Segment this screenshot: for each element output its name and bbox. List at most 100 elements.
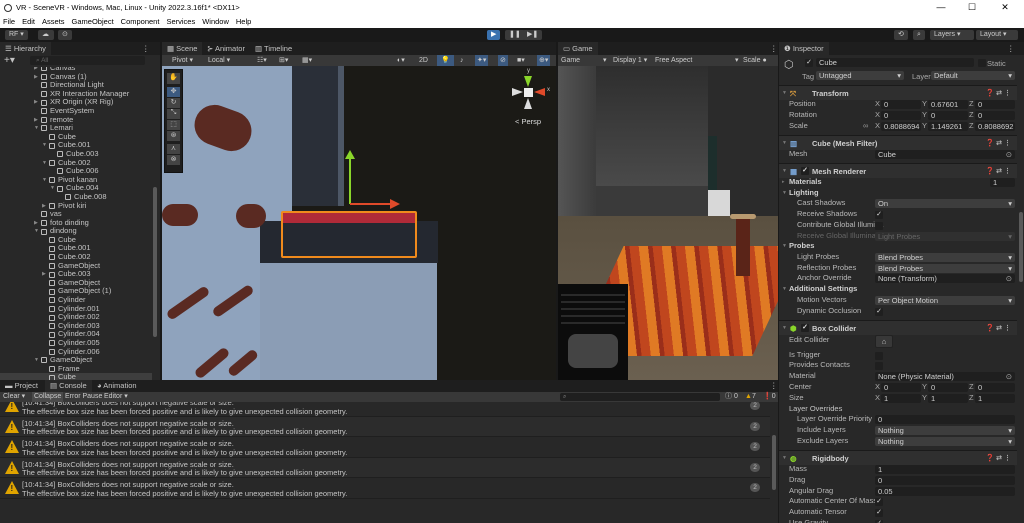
- console-log-entry[interactable]: [10:41:34] BoxColliders does not support…: [0, 416, 770, 437]
- hierarchy-item[interactable]: ▶ Pivot kiri: [0, 201, 152, 211]
- y-value-input[interactable]: 0.67601: [928, 100, 968, 109]
- expand-arrow-icon[interactable]: ▼: [34, 356, 39, 365]
- gizmos-icon[interactable]: ⊕▾: [537, 55, 551, 66]
- menu-component[interactable]: Component: [121, 17, 160, 26]
- camera-icon[interactable]: ■▾: [517, 55, 525, 66]
- constrain-proportions-icon[interactable]: ∞: [863, 121, 868, 132]
- collapse-arrow-icon[interactable]: ▶: [34, 73, 38, 82]
- property-checkbox[interactable]: ✓: [875, 307, 883, 316]
- hierarchy-scrollbar[interactable]: [153, 187, 157, 337]
- active-checkbox[interactable]: ✓: [805, 59, 813, 67]
- lighting-toggle-icon[interactable]: 💡: [437, 55, 454, 66]
- x-value-input[interactable]: 0: [881, 111, 921, 120]
- clear-button[interactable]: Clear ▾: [3, 392, 25, 402]
- menu-gameobject[interactable]: GameObject: [72, 17, 114, 26]
- error-pause-button[interactable]: Error Pause: [65, 392, 102, 402]
- scale-tool-icon[interactable]: ⤡: [167, 109, 180, 119]
- gizmo-tools-icon[interactable]: ▦▾: [302, 55, 312, 66]
- property-dropdown[interactable]: Nothing ▾: [875, 437, 1015, 446]
- section-label[interactable]: Probes: [789, 241, 814, 252]
- tab-scene[interactable]: ▦ Scene: [162, 42, 203, 55]
- menu-edit[interactable]: Edit: [22, 17, 35, 26]
- move-tool-icon[interactable]: ✥: [167, 87, 180, 97]
- warning-filter-button[interactable]: ▲7: [745, 392, 756, 402]
- scale-slider[interactable]: Scale ●: [743, 55, 767, 66]
- console-log-entry[interactable]: [10:41:34] BoxColliders does not support…: [0, 402, 770, 417]
- custom-tool-icon[interactable]: ⋏: [167, 144, 180, 154]
- menu-file[interactable]: File: [3, 17, 15, 26]
- transform-tool-icon[interactable]: ⊛: [167, 131, 180, 141]
- foldout-arrow-icon[interactable]: ▸: [782, 177, 785, 188]
- layout-dropdown[interactable]: Layout ▾: [976, 30, 1018, 40]
- property-checkbox[interactable]: ✓: [875, 508, 883, 517]
- component-enabled-checkbox[interactable]: ✓: [801, 324, 809, 332]
- x-value-input[interactable]: 0.8088694: [881, 122, 921, 131]
- menu-window[interactable]: Window: [202, 17, 229, 26]
- more-options-icon[interactable]: ⋮: [770, 44, 778, 53]
- object-name-input[interactable]: Cube: [816, 58, 974, 67]
- display-dropdown[interactable]: Display 1 ▾: [613, 55, 653, 66]
- component-header-mesh-renderer[interactable]: ▼ ▦ ✓ Mesh Renderer ❓ ⇄ ⋮: [779, 163, 1017, 178]
- component-header-cube-mesh-filter-[interactable]: ▼ ▥ Cube (Mesh Filter) ❓ ⇄ ⋮: [779, 135, 1017, 150]
- game-mode-dropdown[interactable]: Game ▾: [561, 55, 611, 66]
- property-checkbox[interactable]: ✓: [875, 210, 883, 219]
- expand-arrow-icon[interactable]: ▼: [34, 124, 39, 133]
- x-value-input[interactable]: 1: [881, 394, 921, 403]
- local-dropdown[interactable]: Local ▾: [208, 55, 230, 66]
- collapse-arrow-icon[interactable]: ▶: [34, 219, 38, 228]
- hidden-objects-icon[interactable]: ⊘: [498, 55, 508, 66]
- static-checkbox[interactable]: [978, 59, 986, 67]
- object-field[interactable]: Cube ⊙: [875, 150, 1015, 159]
- collapse-arrow-icon[interactable]: ▶: [42, 202, 46, 211]
- layers-dropdown[interactable]: Layers ▾: [930, 30, 974, 40]
- tab-project[interactable]: ▬ Project: [0, 380, 43, 392]
- component-header-rigidbody[interactable]: ▼ ◍ Rigidbody ❓ ⇄ ⋮: [779, 450, 1017, 465]
- move-gizmo-x[interactable]: [350, 203, 392, 205]
- z-value-input[interactable]: 0.8088692: [975, 122, 1015, 131]
- z-value-input[interactable]: 0: [975, 100, 1015, 109]
- collapse-arrow-icon[interactable]: ▶: [42, 270, 46, 279]
- number-input[interactable]: 1: [875, 465, 1015, 474]
- number-input[interactable]: 0: [875, 476, 1015, 485]
- z-value-input[interactable]: 0: [975, 383, 1015, 392]
- history-icon[interactable]: ⟲: [894, 30, 908, 40]
- object-picker-icon[interactable]: ⊙: [1006, 274, 1012, 283]
- collapse-button[interactable]: Collapse: [32, 392, 64, 402]
- rect-tool-icon[interactable]: ⬚: [167, 120, 180, 130]
- tag-dropdown[interactable]: Untagged ▾: [816, 71, 904, 80]
- cloud-icon[interactable]: ☁: [38, 30, 54, 40]
- expand-arrow-icon[interactable]: ▼: [42, 159, 47, 168]
- hand-tool-icon[interactable]: ✋: [167, 73, 180, 84]
- orientation-gizmo[interactable]: y x: [512, 68, 550, 110]
- x-value-input[interactable]: 0: [881, 383, 921, 392]
- tab-game[interactable]: ▭ Game: [558, 42, 598, 55]
- menu-services[interactable]: Services: [166, 17, 195, 26]
- account-button[interactable]: RF ▾: [5, 30, 28, 40]
- tab-animation[interactable]: ◕ Animation: [92, 380, 142, 392]
- pause-button[interactable]: ❚❚: [505, 30, 525, 40]
- hierarchy-item[interactable]: ▼ Lemari: [0, 124, 152, 133]
- x-value-input[interactable]: 0: [881, 100, 921, 109]
- object-picker-icon[interactable]: ⊙: [1006, 150, 1012, 159]
- play-button[interactable]: ▶: [487, 30, 501, 40]
- property-dropdown[interactable]: On ▾: [875, 199, 1015, 208]
- error-filter-button[interactable]: ❗0: [763, 392, 776, 402]
- inspector-scrollbar[interactable]: [1019, 212, 1023, 282]
- expand-arrow-icon[interactable]: ▼: [34, 227, 39, 236]
- object-picker-icon[interactable]: ⊙: [1006, 372, 1012, 381]
- console-log-entry[interactable]: [10:41:34] BoxColliders does not support…: [0, 478, 770, 499]
- console-log-entry[interactable]: [10:41:34] BoxColliders does not support…: [0, 437, 770, 458]
- search-icon[interactable]: ⌕: [913, 30, 925, 40]
- property-checkbox[interactable]: [875, 361, 883, 370]
- editor-dropdown[interactable]: Editor ▾: [104, 392, 128, 402]
- property-dropdown[interactable]: Per Object Motion ▾: [875, 296, 1015, 305]
- section-label[interactable]: Additional Settings: [789, 284, 857, 295]
- tab-timeline[interactable]: ▥ Timeline: [250, 42, 297, 55]
- tab-animator[interactable]: ⊱ Animator: [202, 42, 250, 55]
- lock-icon[interactable]: ⋮: [1007, 44, 1015, 53]
- component-header-box-collider[interactable]: ▼ ⬢ ✓ Box Collider ❓ ⇄ ⋮: [779, 320, 1017, 335]
- foldout-arrow-icon[interactable]: ▼: [782, 321, 787, 336]
- tab-inspector[interactable]: ❶ Inspector: [779, 42, 829, 55]
- mode-2d-button[interactable]: 2D: [419, 55, 428, 66]
- object-field[interactable]: None (Transform) ⊙: [875, 274, 1015, 283]
